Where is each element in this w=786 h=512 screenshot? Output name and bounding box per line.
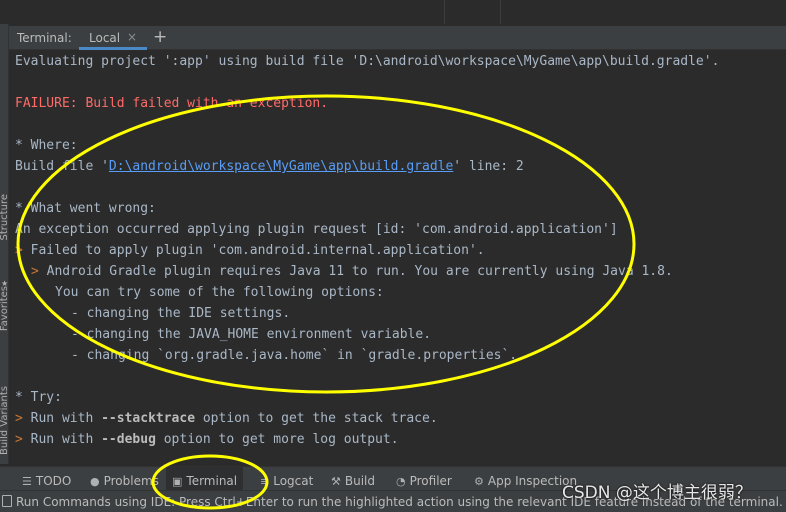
output-line: * What went wrong:: [15, 201, 156, 216]
build-tool[interactable]: ⚒ Build: [325, 467, 381, 491]
output-line: An exception occurred applying plugin re…: [15, 222, 618, 237]
todo-tool[interactable]: ☰ TODO: [16, 467, 77, 491]
logcat-icon: ≡: [260, 475, 270, 488]
output-line: - changing `org.gradle.java.home` in `gr…: [71, 348, 518, 363]
watermark: CSDN @这个博主很弱？: [562, 483, 752, 503]
build-file-link[interactable]: D:\android\workspace\MyGame\app\build.gr…: [109, 159, 453, 174]
output-line: > Failed to apply plugin 'com.android.in…: [15, 243, 485, 258]
list-icon: ☰: [22, 475, 32, 488]
terminal-header: Terminal: Local × +: [9, 26, 786, 50]
output-line: You can try some of the following option…: [55, 285, 384, 300]
profiler-tool[interactable]: ◔ Profiler: [390, 467, 458, 491]
terminal-tool[interactable]: ▣ Terminal: [166, 467, 244, 491]
info-icon: ●: [90, 475, 100, 488]
tab-local[interactable]: Local ×: [79, 26, 147, 50]
left-tool-stripe: Structure ★ Favorites Build Variants: [0, 24, 10, 464]
editor-divider: [444, 0, 445, 24]
gauge-icon: ◔: [396, 475, 406, 488]
output-line-failure: FAILURE: Build failed with an exception.: [15, 96, 329, 111]
inspect-icon: ⚙: [474, 475, 484, 488]
output-line: Build file 'D:\android\workspace\MyGame\…: [15, 159, 524, 174]
output-line: - changing the JAVA_HOME environment var…: [71, 327, 432, 342]
tab-local-label: Local: [89, 31, 121, 45]
logcat-tool[interactable]: ≡ Logcat: [254, 467, 319, 491]
new-tab-button[interactable]: +: [153, 27, 167, 47]
output-line: - changing the IDE settings.: [71, 306, 291, 321]
output-line: Evaluating project ':app' using build fi…: [15, 54, 720, 69]
tab-close-icon[interactable]: ×: [127, 30, 137, 44]
terminal-title: Terminal:: [17, 31, 72, 45]
output-line: > Android Gradle plugin requires Java 11…: [31, 264, 673, 279]
editor-top-area: [0, 0, 786, 24]
hammer-icon: ⚒: [331, 475, 341, 488]
output-line: * Where:: [15, 138, 78, 153]
output-line: > Run with --debug option to get more lo…: [15, 432, 399, 447]
problems-tool[interactable]: ● Problems: [84, 467, 165, 491]
terminal-output[interactable]: Evaluating project ':app' using build fi…: [9, 51, 786, 464]
output-line: * Try:: [15, 390, 62, 405]
output-line: > Run with --stacktrace option to get th…: [15, 411, 438, 426]
editor-divider: [500, 0, 501, 24]
status-window-icon[interactable]: [2, 495, 12, 507]
terminal-icon: ▣: [172, 475, 183, 488]
